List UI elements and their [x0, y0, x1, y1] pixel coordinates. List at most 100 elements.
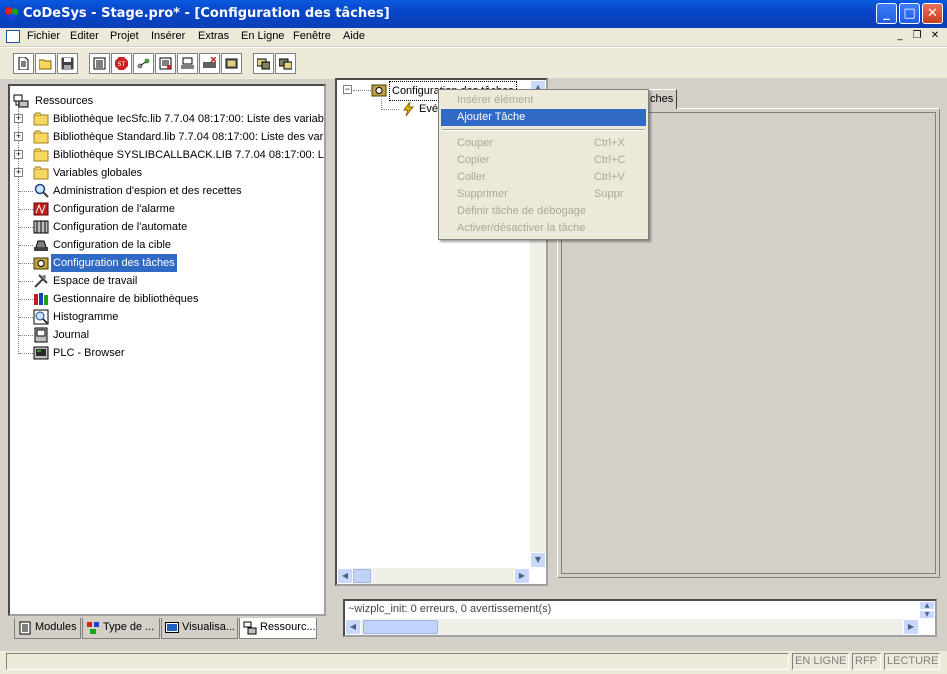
new-file-icon: [18, 57, 29, 70]
menu-item-couper[interactable]: Couper Ctrl+X: [441, 135, 646, 152]
menu-item-copier[interactable]: Copier Ctrl+C: [441, 152, 646, 169]
close-button[interactable]: ✕: [922, 3, 943, 24]
scroll-left-button[interactable]: ◀: [337, 568, 353, 584]
release-force-button[interactable]: [221, 53, 242, 74]
write-values-button[interactable]: [177, 53, 198, 74]
step-button[interactable]: [133, 53, 154, 74]
svg-text:ST: ST: [118, 61, 126, 68]
minimize-button[interactable]: _: [876, 3, 897, 24]
tab-modules[interactable]: Modules: [14, 618, 81, 639]
resource-item-label: Espace de travail: [53, 275, 138, 287]
menu-fenetre[interactable]: Fenêtre: [293, 30, 331, 42]
menu-extras[interactable]: Extras: [198, 30, 229, 42]
compile-icon: [93, 57, 106, 70]
tree-guide-line: [19, 227, 33, 228]
scroll-thumb[interactable]: [353, 569, 371, 583]
project-tabs: Modules Type de ... Visualisa... Ressour…: [8, 618, 326, 640]
tab-visualisations[interactable]: Visualisa...: [161, 618, 238, 639]
write-values-icon: [181, 57, 194, 69]
task-config-icon: [33, 257, 49, 270]
message-scroll-down-button[interactable]: ▼: [919, 610, 935, 619]
tab-ressources[interactable]: Ressourc...: [239, 618, 317, 639]
copy-icon: [279, 58, 292, 70]
menu-item-supprimer[interactable]: Supprimer Suppr: [441, 186, 646, 203]
menu-item-ajouter-tache[interactable]: Ajouter Tâche: [441, 109, 646, 126]
compile-button[interactable]: [89, 53, 110, 74]
open-file-button[interactable]: [35, 53, 56, 74]
menu-item-activer-desactiver-tache[interactable]: Activer/désactiver la tâche: [441, 220, 646, 237]
copy-button[interactable]: [275, 53, 296, 74]
document-icon[interactable]: [6, 30, 20, 43]
browser-icon: [33, 346, 49, 360]
resource-item-label: Gestionnaire de bibliothèques: [53, 293, 199, 305]
message-scroll-up-button[interactable]: ▲: [919, 601, 935, 610]
tab-visualisations-label: Visualisa...: [182, 621, 235, 633]
tab-types[interactable]: Type de ...: [82, 618, 160, 639]
stop-icon: ST: [115, 57, 128, 70]
menu-editer[interactable]: Editer: [70, 30, 99, 42]
save-button[interactable]: [57, 53, 78, 74]
resources-tree-panel[interactable]: Ressources + Bibliothèque IecSfc.lib 7.7.…: [8, 84, 326, 616]
menu-item-coller[interactable]: Coller Ctrl+V: [441, 169, 646, 186]
cut-button[interactable]: [253, 53, 274, 74]
toolbar: ST: [0, 47, 947, 79]
tree-guide-line: [19, 299, 33, 300]
scroll-down-button[interactable]: ▼: [530, 552, 546, 568]
menu-projet[interactable]: Projet: [110, 30, 139, 42]
mdi-minimize-button[interactable]: _: [893, 30, 907, 43]
tab-types-label: Type de ...: [103, 621, 155, 633]
release-force-icon: [225, 58, 238, 69]
resource-item-label: Histogramme: [53, 311, 119, 323]
collapse-toggle[interactable]: −: [343, 85, 352, 94]
tree-guide-line: [19, 191, 33, 192]
expand-toggle[interactable]: +: [14, 150, 23, 159]
menu-fichier[interactable]: Fichier: [27, 30, 60, 42]
force-values-button[interactable]: [199, 53, 220, 74]
menu-aide[interactable]: Aide: [343, 30, 365, 42]
menu-item-inserer-element[interactable]: Insérer élément: [441, 92, 646, 109]
menu-item-shortcut: Ctrl+X: [594, 137, 625, 149]
menu-item-label: Couper: [457, 137, 494, 149]
breakpoint-button[interactable]: [155, 53, 176, 74]
folder-icon: [33, 130, 49, 144]
resource-item-label: Journal: [53, 329, 90, 341]
resource-item-label: Configuration des tâches: [51, 254, 177, 272]
message-scroll-thumb[interactable]: [363, 620, 438, 634]
target-icon: [34, 240, 48, 251]
histogram-icon: [33, 309, 49, 325]
expand-toggle[interactable]: +: [14, 114, 23, 123]
folder-icon: [33, 166, 49, 180]
message-horizontal-scrollbar[interactable]: ◀ ▶: [345, 619, 919, 635]
tree-guide-line: [353, 90, 371, 91]
scroll-right-button[interactable]: ▶: [514, 568, 530, 584]
resource-item-label: Configuration de l'alarme: [53, 203, 175, 215]
context-menu: Insérer élément Ajouter Tâche Couper Ctr…: [438, 89, 649, 240]
message-scroll-right-button[interactable]: ▶: [903, 619, 919, 635]
journal-icon: [34, 327, 48, 343]
maximize-button[interactable]: □: [899, 3, 920, 24]
tree-guide-line: [19, 317, 33, 318]
mdi-close-button[interactable]: ✕: [928, 30, 942, 43]
message-scroll-left-button[interactable]: ◀: [345, 619, 361, 635]
new-file-button[interactable]: [13, 53, 34, 74]
message-window[interactable]: ~wizplc_init: 0 erreurs, 0 avertissement…: [343, 599, 937, 637]
stop-button[interactable]: ST: [111, 53, 132, 74]
data-types-icon: [87, 622, 99, 634]
expand-toggle[interactable]: +: [14, 168, 23, 177]
resource-item-label: Variables globales: [53, 167, 143, 179]
task-tree-horizontal-scrollbar[interactable]: ◀ ▶: [337, 568, 530, 584]
mdi-restore-button[interactable]: ❐: [910, 30, 924, 43]
tab-ressources-label: Ressourc...: [260, 621, 316, 633]
status-bar: EN LIGNE RFP LECTURE: [0, 651, 947, 674]
tree-guide-line: [19, 263, 33, 264]
expand-toggle[interactable]: +: [14, 132, 23, 141]
menu-item-label: Définir tâche de débogage: [457, 205, 587, 217]
menu-inserer[interactable]: Insérer: [151, 30, 185, 42]
menu-bar: Fichier Editer Projet Insérer Extras En …: [0, 28, 947, 46]
menu-en-ligne[interactable]: En Ligne: [241, 30, 284, 42]
menu-item-definir-tache-debogage[interactable]: Définir tâche de débogage: [441, 203, 646, 220]
status-message-pane: [6, 653, 789, 670]
title-bar[interactable]: CoDeSys - Stage.pro* - [Configuration de…: [0, 0, 947, 28]
cut-icon: [257, 58, 270, 70]
magnifier-icon: [34, 183, 49, 198]
